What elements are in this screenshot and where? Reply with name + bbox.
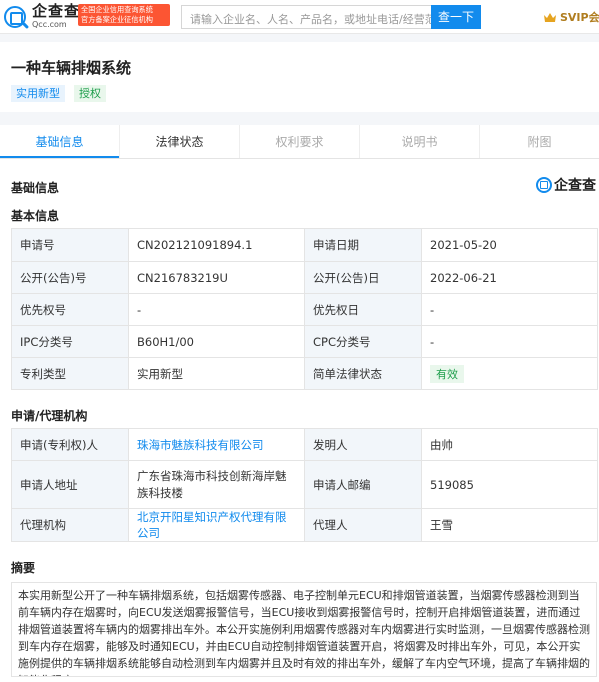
qcc-logo-icon: [4, 5, 26, 28]
field-label: 优先权日: [304, 293, 422, 326]
field-label: 公开(公告)号: [11, 261, 129, 294]
field-label: 专利类型: [11, 357, 129, 390]
tagline-badge: 全国企业信用查询系统 官方备案企业征信机构: [78, 4, 170, 26]
detail-card: 基础信息 法律状态 权利要求 说明书 附图 基础信息 企查查 基本信息 申请号 …: [0, 125, 599, 682]
field-label: 申请人地址: [11, 460, 129, 509]
agency-subtitle: 申请/代理机构: [11, 409, 88, 423]
table-row: 申请(专利权)人 珠海市魅族科技有限公司 发明人 由帅: [11, 428, 598, 461]
ipc-class: B60H1/00: [128, 325, 305, 358]
type-tag: 实用新型: [11, 85, 65, 102]
tab-claims[interactable]: 权利要求: [239, 125, 359, 158]
publication-number: CN216783219U: [128, 261, 305, 294]
svip-label: SVIP会员: [560, 11, 599, 24]
table-row: 代理机构 北京开阳星知识产权代理有限公司 代理人 王雪: [11, 508, 598, 542]
field-label: 申请日期: [304, 228, 422, 262]
tab-description[interactable]: 说明书: [359, 125, 479, 158]
field-label: 代理机构: [11, 508, 129, 542]
patent-type: 实用新型: [128, 357, 305, 390]
publication-date: 2022-06-21: [421, 261, 598, 294]
tab-legal-status[interactable]: 法律状态: [119, 125, 239, 158]
tab-basic-info[interactable]: 基础信息: [0, 125, 119, 158]
agency-link[interactable]: 北京开阳星知识产权代理有限公司: [137, 510, 287, 540]
search-input[interactable]: 请输入企业名、人名、产品名，或地址电话/经营范: [181, 5, 431, 29]
field-label: 申请号: [11, 228, 129, 262]
logo-text: 企查查: [32, 2, 81, 20]
table-row: 专利类型 实用新型 简单法律状态 有效: [11, 357, 598, 390]
field-label: 发明人: [304, 428, 422, 461]
svip-link[interactable]: SVIP会员: [543, 9, 599, 25]
brand-watermark: 企查查: [536, 175, 596, 195]
status-tag: 授权: [74, 85, 106, 102]
field-label: IPC分类号: [11, 325, 129, 358]
brand-text: 企查查: [554, 178, 596, 194]
field-label: CPC分类号: [304, 325, 422, 358]
top-header: 企查查 Qcc.com 全国企业信用查询系统 官方备案企业征信机构 请输入企业名…: [0, 0, 599, 34]
abstract-text: 本实用新型公开了一种车辆排烟系统，包括烟雾传感器、电子控制单元ECU和排烟管道装…: [11, 582, 597, 677]
tagline-line-1: 全国企业信用查询系统: [81, 5, 153, 14]
agent-name: 王雪: [421, 508, 598, 542]
field-label: 优先权号: [11, 293, 129, 326]
table-row: 申请号 CN202121091894.1 申请日期 2021-05-20: [11, 228, 598, 262]
field-label: 简单法律状态: [304, 357, 422, 390]
table-row: 申请人地址 广东省珠海市科技创新海岸魅族科技楼 申请人邮编 519085: [11, 460, 598, 509]
basic-info-table: 申请号 CN202121091894.1 申请日期 2021-05-20 公开(…: [11, 228, 598, 390]
patent-title-card: 一种车辆排烟系统 实用新型 授权: [0, 42, 599, 112]
table-row: IPC分类号 B60H1/00 CPC分类号 -: [11, 325, 598, 358]
field-label: 申请人邮编: [304, 460, 422, 509]
field-label: 申请(专利权)人: [11, 428, 129, 461]
field-label: 公开(公告)日: [304, 261, 422, 294]
priority-number: -: [128, 293, 305, 326]
application-number: CN202121091894.1: [128, 228, 305, 262]
site-logo[interactable]: 企查查 Qcc.com: [4, 4, 80, 29]
tagline-line-2: 官方备案企业征信机构: [81, 15, 153, 24]
logo-domain: Qcc.com: [32, 20, 67, 29]
applicant-link[interactable]: 珠海市魅族科技有限公司: [137, 438, 264, 452]
applicant-address: 广东省珠海市科技创新海岸魅族科技楼: [128, 460, 305, 509]
inventor: 由帅: [421, 428, 598, 461]
tab-bar: 基础信息 法律状态 权利要求 说明书 附图: [0, 125, 599, 159]
field-label: 代理人: [304, 508, 422, 542]
priority-date: -: [421, 293, 598, 326]
section-title: 基础信息: [11, 181, 60, 195]
legal-status-badge: 有效: [430, 364, 464, 383]
crown-icon: [544, 12, 556, 22]
search-button[interactable]: 查一下: [431, 5, 481, 29]
cpc-class: -: [421, 325, 598, 358]
tab-drawings[interactable]: 附图: [479, 125, 599, 158]
abstract-subtitle: 摘要: [11, 561, 36, 575]
applicant-postcode: 519085: [421, 460, 598, 509]
table-row: 优先权号 - 优先权日 -: [11, 293, 598, 326]
application-date: 2021-05-20: [421, 228, 598, 262]
agency-table: 申请(专利权)人 珠海市魅族科技有限公司 发明人 由帅 申请人地址 广东省珠海市…: [11, 428, 598, 542]
qcc-brand-icon: [536, 177, 552, 193]
basic-info-subtitle: 基本信息: [11, 209, 60, 223]
table-row: 公开(公告)号 CN216783219U 公开(公告)日 2022-06-21: [11, 261, 598, 294]
page-title: 一种车辆排烟系统: [11, 59, 132, 77]
